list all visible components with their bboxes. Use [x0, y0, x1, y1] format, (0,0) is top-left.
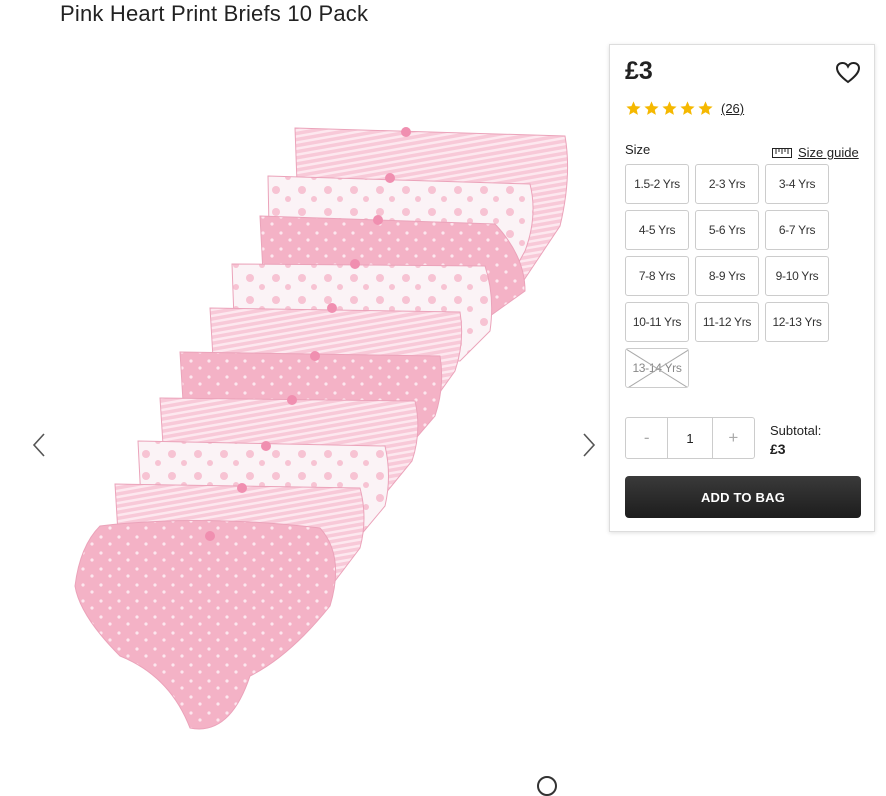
price: £3	[625, 57, 653, 85]
rating: (26)	[625, 100, 744, 117]
size-option[interactable]: 4-5 Yrs	[625, 210, 689, 250]
subtotal-label: Subtotal:	[770, 423, 822, 438]
size-option[interactable]: 8-9 Yrs	[695, 256, 759, 296]
quantity-value[interactable]: 1	[667, 418, 713, 458]
add-to-bag-button[interactable]: ADD TO BAG	[625, 476, 861, 518]
reviews-link[interactable]: (26)	[721, 101, 744, 116]
size-option[interactable]: 5-6 Yrs	[695, 210, 759, 250]
size-option-label: 11-12 Yrs	[702, 315, 752, 329]
unavailable-cross-icon	[626, 349, 688, 387]
product-title: Pink Heart Print Briefs 10 Pack	[60, 1, 369, 26]
increase-quantity-button[interactable]: +	[713, 418, 754, 458]
purchase-panel: £3 (26) Size Size guide 1.5-2 Yrs 2-3 Yrs…	[609, 44, 875, 532]
size-guide-label: Size guide	[798, 145, 859, 160]
size-option-label: 4-5 Yrs	[638, 223, 676, 237]
chevron-left-icon	[32, 433, 45, 457]
subtotal-value: £3	[770, 441, 786, 457]
previous-image-button[interactable]	[28, 430, 52, 460]
ruler-icon	[772, 147, 792, 158]
size-option-label: 9-10 Yrs	[775, 269, 819, 283]
size-option[interactable]: 6-7 Yrs	[765, 210, 829, 250]
size-label: Size	[625, 142, 651, 157]
product-gallery	[0, 44, 610, 796]
size-guide-link[interactable]: Size guide	[772, 145, 859, 160]
size-option[interactable]: 12-13 Yrs	[765, 302, 829, 342]
size-option-label: 1.5-2 Yrs	[634, 177, 680, 191]
size-option[interactable]: 7-8 Yrs	[625, 256, 689, 296]
size-option-label: 2-3 Yrs	[708, 177, 746, 191]
size-option-label: 10-11 Yrs	[632, 315, 682, 329]
subtotal: Subtotal: £3	[770, 422, 821, 458]
heart-icon	[835, 61, 861, 84]
size-option-label: 12-13 Yrs	[772, 315, 822, 329]
star-icon	[680, 101, 695, 115]
size-option[interactable]: 1.5-2 Yrs	[625, 164, 689, 204]
size-option[interactable]: 11-12 Yrs	[695, 302, 759, 342]
size-option[interactable]: 3-4 Yrs	[765, 164, 829, 204]
star-icon	[644, 101, 659, 115]
size-option-label: 5-6 Yrs	[708, 223, 746, 237]
size-option-label: 6-7 Yrs	[778, 223, 816, 237]
decrease-quantity-button[interactable]: -	[626, 418, 667, 458]
product-image	[74, 127, 569, 730]
size-option[interactable]: 9-10 Yrs	[765, 256, 829, 296]
star-icon	[698, 101, 713, 115]
zoom-icon[interactable]	[537, 776, 557, 796]
wishlist-button[interactable]	[835, 61, 861, 90]
size-option-label: 7-8 Yrs	[638, 269, 676, 283]
size-option[interactable]: 2-3 Yrs	[695, 164, 759, 204]
size-option-unavailable: 13-14 Yrs	[625, 348, 689, 388]
star-icon	[662, 101, 677, 115]
size-option[interactable]: 10-11 Yrs	[625, 302, 689, 342]
rating-stars	[625, 100, 715, 117]
size-option-label: 8-9 Yrs	[708, 269, 746, 283]
size-option-label: 3-4 Yrs	[778, 177, 816, 191]
star-icon	[626, 101, 641, 115]
quantity-stepper: - 1 +	[625, 417, 755, 459]
